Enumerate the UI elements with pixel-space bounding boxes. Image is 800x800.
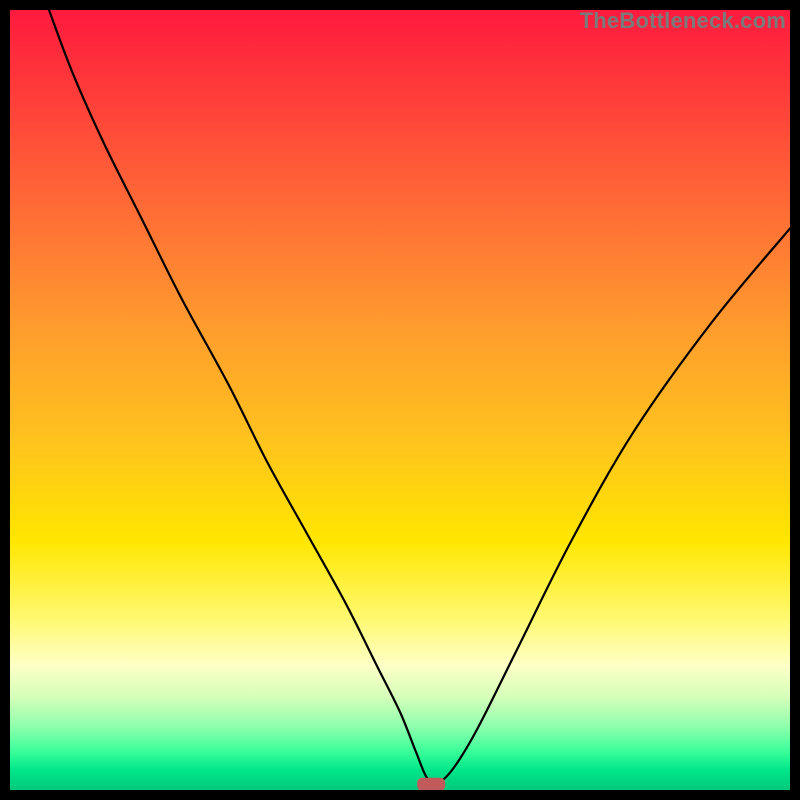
bottleneck-curve (49, 10, 790, 783)
plot-area: TheBottleneck.com (10, 10, 790, 790)
minimum-marker (417, 778, 445, 790)
chart-svg (10, 10, 790, 790)
chart-frame: TheBottleneck.com (10, 10, 790, 790)
watermark-text: TheBottleneck.com (580, 8, 786, 34)
